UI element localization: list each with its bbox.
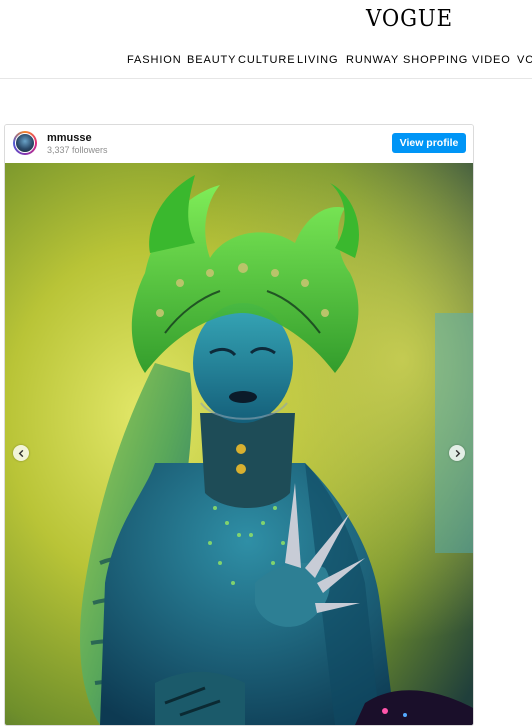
post-photo[interactable] (5, 163, 473, 725)
nav-item-culture[interactable]: CULTURE (238, 54, 295, 66)
chevron-left-icon (18, 449, 23, 457)
vogue-logo[interactable]: VOGUE (366, 6, 453, 32)
nav-item-living[interactable]: LIVING (297, 54, 338, 66)
main-nav: FASHION BEAUTY CULTURE LIVING RUNWAY SHO… (0, 44, 532, 79)
username[interactable]: mmusse (47, 132, 92, 144)
nav-item-runway[interactable]: RUNWAY (346, 54, 399, 66)
avatar-image (15, 133, 35, 153)
site-header: VOGUE (0, 0, 532, 45)
instagram-embed: mmusse 3,337 followers View profile (4, 124, 474, 726)
carousel-prev-button[interactable] (13, 445, 29, 461)
embed-header: mmusse 3,337 followers View profile (5, 125, 473, 163)
carousel-next-button[interactable] (449, 445, 465, 461)
follower-count: 3,337 followers (47, 145, 108, 155)
nav-item-fashion[interactable]: FASHION (127, 54, 182, 66)
nav-item-shopping[interactable]: SHOPPING (403, 54, 468, 66)
nav-item-video[interactable]: VIDEO (472, 54, 511, 66)
chevron-right-icon (455, 449, 460, 457)
photo-illustration (5, 163, 473, 725)
nav-item-beauty[interactable]: BEAUTY (187, 54, 236, 66)
nav-item-truncated[interactable]: VC (517, 54, 532, 66)
avatar[interactable] (13, 131, 37, 155)
view-profile-button[interactable]: View profile (392, 133, 466, 153)
